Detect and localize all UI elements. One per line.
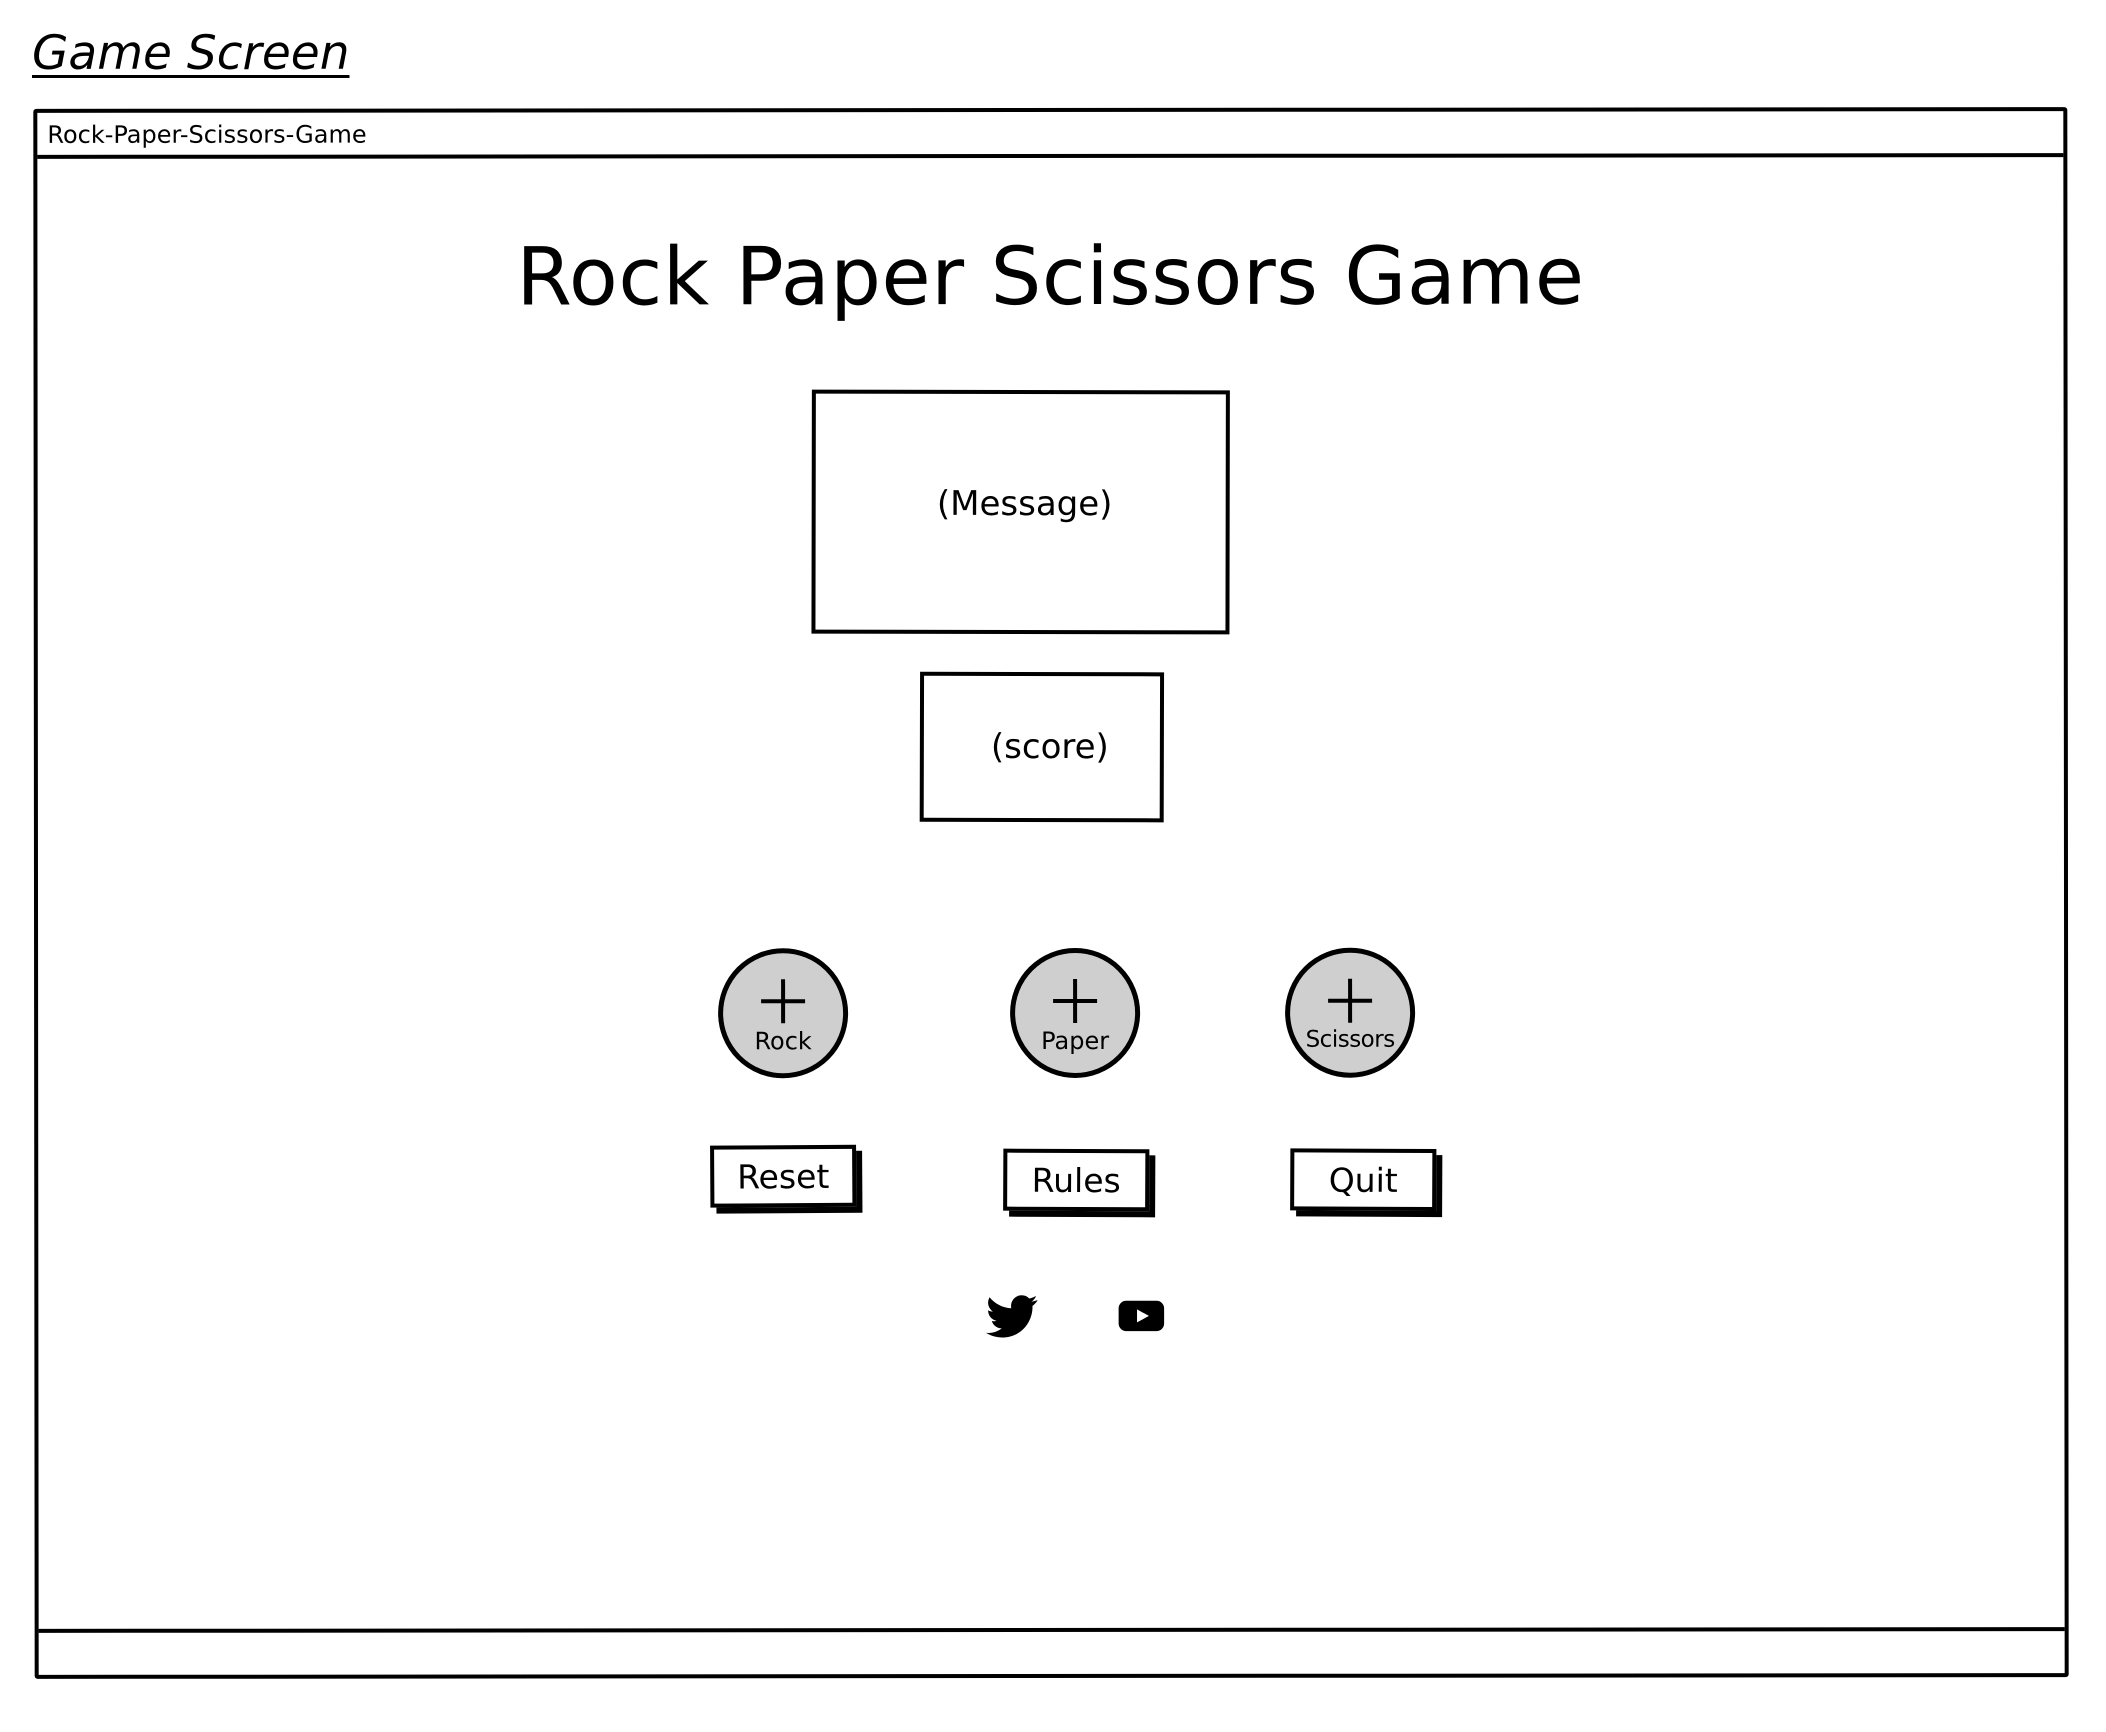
rock-choice-button[interactable]: Rock bbox=[718, 948, 849, 1079]
quit-button[interactable]: Quit bbox=[1290, 1148, 1437, 1212]
scissors-choice-button[interactable]: Scissors bbox=[1285, 947, 1416, 1078]
paper-choice-label: Paper bbox=[1041, 1026, 1110, 1056]
plus-icon bbox=[1053, 979, 1097, 1023]
twitter-icon[interactable] bbox=[986, 1290, 1038, 1342]
score-box: (score) bbox=[919, 671, 1165, 823]
plus-icon bbox=[1328, 979, 1372, 1023]
youtube-icon[interactable] bbox=[1115, 1290, 1167, 1342]
rules-button[interactable]: Rules bbox=[1003, 1148, 1150, 1212]
message-box: (Message) bbox=[811, 389, 1230, 635]
browser-window: Rock-Paper-Scissors-Game Rock Paper Scis… bbox=[33, 107, 2069, 1679]
page-label: Game Screen bbox=[32, 26, 350, 81]
scissors-choice-label: Scissors bbox=[1305, 1026, 1395, 1053]
paper-choice-button[interactable]: Paper bbox=[1010, 947, 1141, 1079]
reset-button[interactable]: Reset bbox=[710, 1144, 857, 1208]
game-heading: Rock Paper Scissors Game bbox=[516, 229, 1585, 324]
message-placeholder: (Message) bbox=[936, 483, 1113, 525]
status-bar bbox=[38, 1627, 2065, 1675]
plus-icon bbox=[761, 979, 805, 1023]
title-bar: Rock-Paper-Scissors-Game bbox=[37, 111, 2064, 159]
window-title: Rock-Paper-Scissors-Game bbox=[47, 120, 367, 149]
rock-choice-label: Rock bbox=[754, 1027, 812, 1056]
score-placeholder: (score) bbox=[990, 726, 1109, 768]
